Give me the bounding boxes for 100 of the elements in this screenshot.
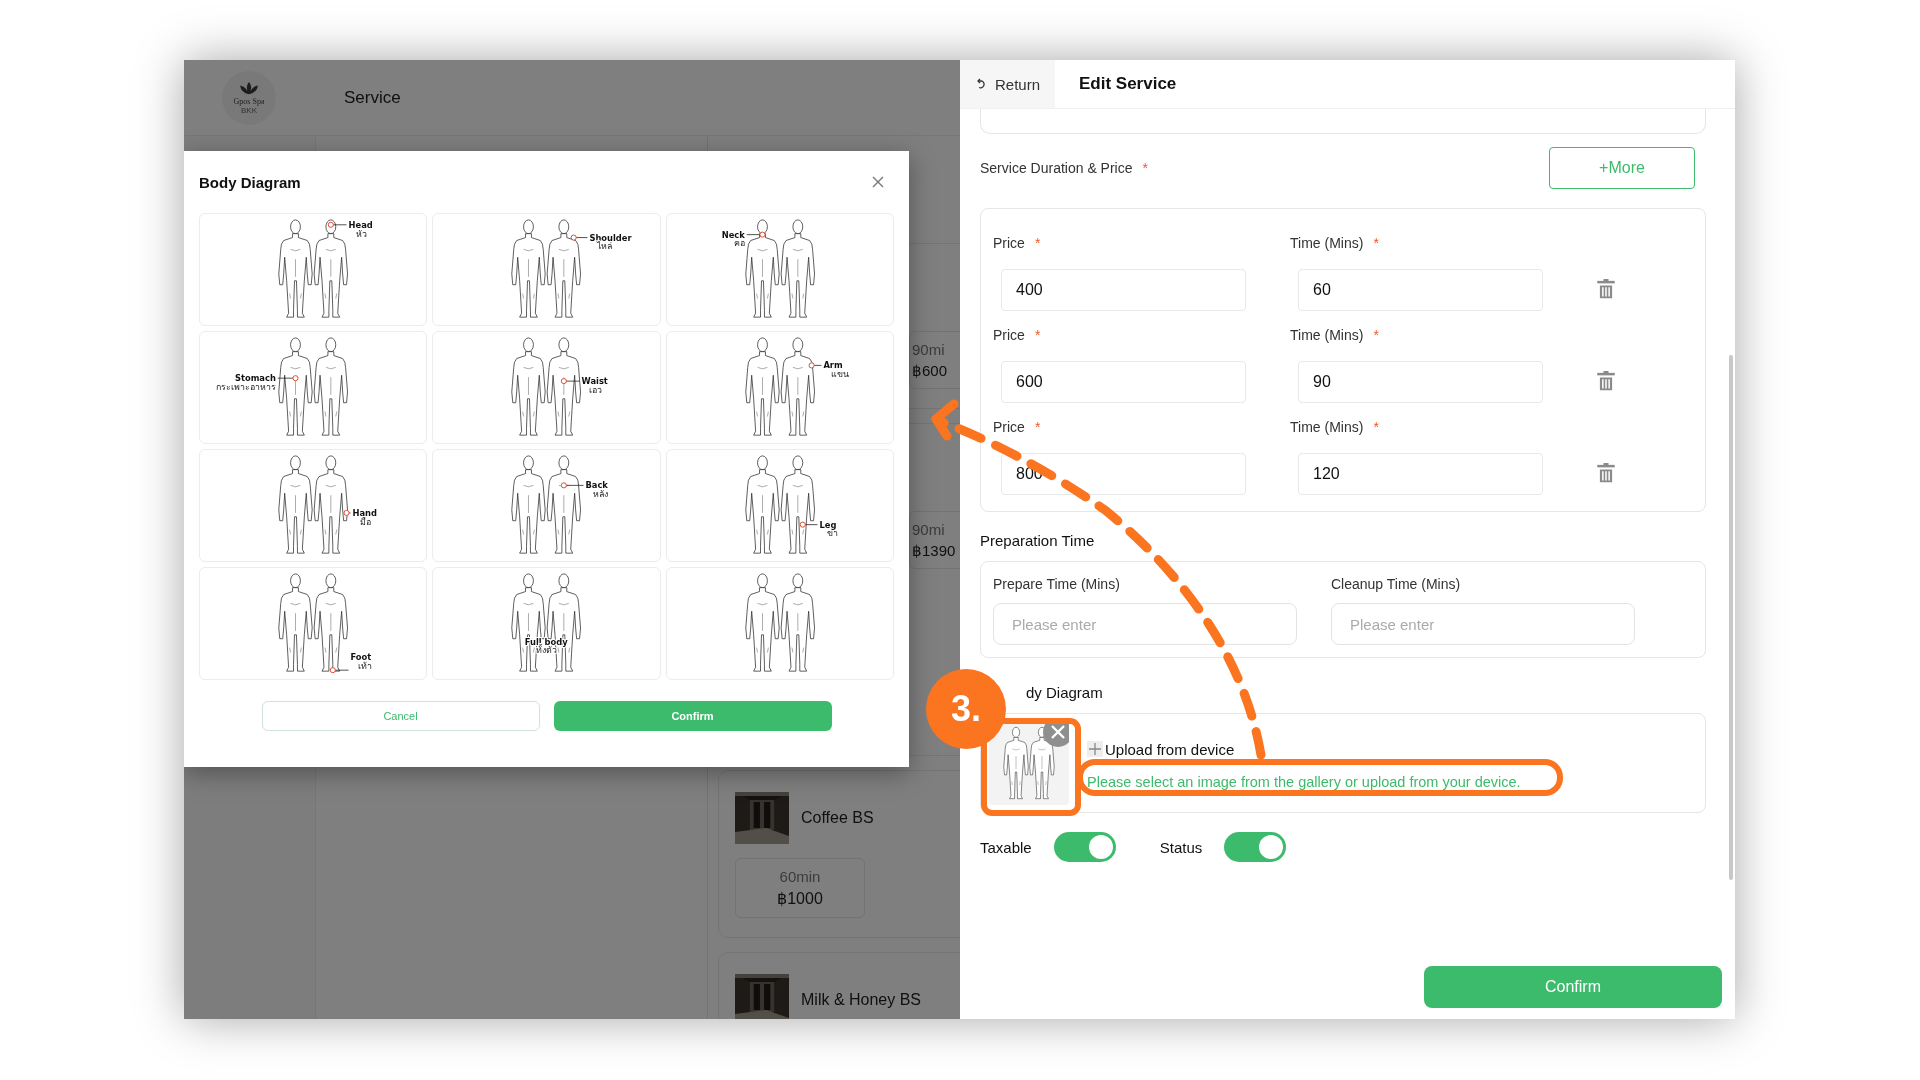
body-diagram-option[interactable]: Shoulder ไหล่ (432, 213, 661, 326)
field-label: Time (Mins) (1290, 419, 1364, 435)
body-diagram-option[interactable] (665, 567, 894, 680)
service-name: Milk & Honey BS (801, 991, 922, 1009)
scrollbar[interactable] (1729, 355, 1733, 880)
service-name: Coffee BS (801, 809, 874, 827)
marker-icon (561, 482, 585, 489)
price-text: ฿1000 (777, 889, 823, 908)
body-diagram-option[interactable]: Neck คอ (665, 213, 894, 326)
marker-icon (746, 231, 766, 238)
price-chip[interactable]: 60min ฿1000 (735, 858, 865, 918)
page-title: Service (344, 87, 401, 108)
field-label: Price (993, 419, 1025, 435)
required-mark: * (1373, 419, 1379, 435)
dialog-title: Body Diagram (199, 173, 301, 191)
price-text: ฿600 (912, 361, 948, 380)
service-card[interactable]: Coffee BS 60min ฿1000 (718, 770, 960, 938)
part-name: Arm (823, 360, 843, 371)
close-icon[interactable] (872, 176, 884, 188)
part-name: Head (348, 219, 373, 230)
toggle-switch[interactable] (1224, 832, 1287, 862)
time-field[interactable]: 60 (1298, 269, 1543, 311)
part-name-thai: หัว (356, 228, 368, 239)
service-card[interactable]: Milk & Honey BS (718, 952, 960, 1019)
toggle-label: Status (1159, 838, 1203, 856)
body-diagram-option[interactable]: Hand มือ (199, 449, 428, 562)
part-name: Waist (581, 376, 609, 387)
logo-text: Gpos Spa (233, 96, 265, 106)
required-mark: * (1034, 327, 1041, 343)
part-name: Back (585, 480, 609, 491)
undo-arrow-icon (975, 78, 987, 90)
return-button[interactable]: Return (960, 60, 1055, 108)
part-name-thai: เท้า (358, 661, 373, 672)
body-diagram-option[interactable]: Back หลัง (432, 449, 661, 562)
part-name: Stomach (234, 373, 276, 384)
required-mark: * (1142, 160, 1148, 176)
part-name-thai: กระเพาะอาหาร (215, 381, 276, 392)
part-name-thai: เอว (589, 384, 603, 395)
part-name-thai: แขน (830, 369, 849, 380)
input-field[interactable]: Please enter (993, 603, 1297, 645)
marker-icon (277, 375, 299, 382)
trash-icon[interactable] (1597, 463, 1615, 483)
field-label: Prepare Time (Mins) (993, 576, 1121, 592)
marker-icon (570, 234, 589, 241)
part-name-thai: คอ (733, 238, 745, 249)
field-label: Price (993, 235, 1025, 251)
lotus-icon (238, 80, 260, 97)
part-name: Foot (350, 652, 372, 663)
logo-subtext: BKK (241, 105, 257, 115)
field-label: Cleanup Time (Mins) (1331, 576, 1462, 592)
trash-icon[interactable] (1597, 371, 1615, 391)
upload-link[interactable]: Upload from device (1105, 740, 1235, 758)
body-diagram-option[interactable]: Foot เท้า (199, 567, 428, 680)
duration-text: 90mi (912, 340, 945, 358)
remove-icon[interactable] (1043, 721, 1069, 747)
part-name: Shoulder (589, 232, 632, 243)
body-diagram-option[interactable]: Waist เอว (432, 331, 661, 444)
section-title: Preparation Time (980, 532, 1096, 549)
marker-icon (561, 378, 581, 385)
part-name: Neck (721, 229, 745, 240)
plus-icon (1087, 741, 1103, 757)
body-diagram-option[interactable]: Head หัว (199, 213, 428, 326)
trash-icon[interactable] (1597, 279, 1615, 299)
marker-icon (343, 509, 351, 516)
diagram-thumbnail[interactable] (989, 721, 1069, 805)
time-field[interactable]: 120 (1298, 453, 1543, 495)
part-name-thai: ทั้งตัว (536, 645, 557, 656)
section-title: dy Diagram (1026, 684, 1104, 701)
part-name-thai: มือ (360, 516, 372, 527)
marker-icon (327, 221, 347, 228)
part-name-thai: หลัง (593, 489, 609, 500)
time-field[interactable]: 90 (1298, 361, 1543, 403)
part-name: Hand (352, 507, 377, 518)
body-diagram-option[interactable]: Arm แขน (665, 331, 894, 444)
toggle-label: Taxable (980, 838, 1032, 856)
required-mark: * (1034, 419, 1041, 435)
marker-icon (799, 521, 818, 528)
required-mark: * (1373, 327, 1379, 343)
price-text: ฿1390 (912, 541, 956, 560)
text-field[interactable] (980, 109, 1706, 134)
price-field[interactable]: 600 (1001, 361, 1246, 403)
body-diagram-option[interactable]: Leg ขา (665, 449, 894, 562)
hint-text: Please select an image from the gallery or upload from your device. (1087, 773, 1521, 790)
panel-title: Edit Service (1079, 74, 1177, 94)
input-field[interactable]: Please enter (1331, 603, 1635, 645)
required-mark: * (1034, 235, 1041, 251)
field-label: Time (Mins) (1290, 235, 1364, 251)
field-label: Price (993, 327, 1025, 343)
marker-icon (808, 362, 822, 369)
field-label: Service Duration & Price (980, 160, 1133, 176)
part-name-thai: ไหล่ (597, 241, 613, 252)
marker-icon (329, 667, 349, 674)
body-diagram-option[interactable]: Stomach กระเพาะอาหาร (199, 331, 428, 444)
duration-text: 90mi (912, 520, 945, 538)
field-label: Time (Mins) (1290, 327, 1364, 343)
price-field[interactable]: 400 (1001, 269, 1246, 311)
required-mark: * (1373, 235, 1379, 251)
part-name: Leg (819, 519, 837, 530)
toggle-switch[interactable] (1053, 832, 1116, 862)
duration-text: 60min (779, 868, 821, 885)
